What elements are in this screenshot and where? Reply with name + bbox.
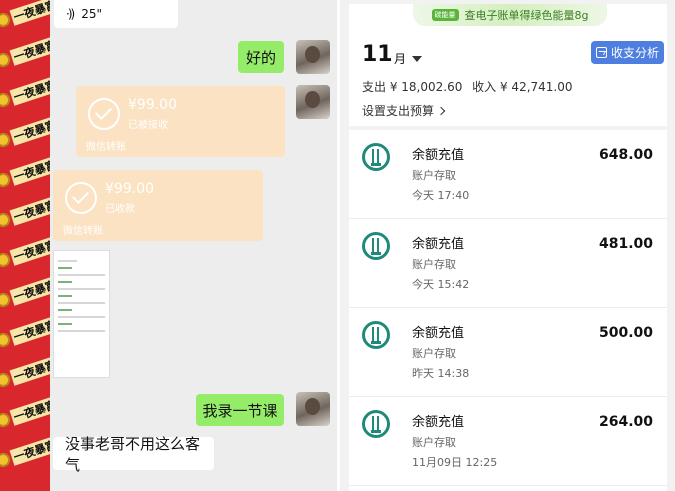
transfer-footer: 微信转账	[63, 226, 103, 237]
monthly-summary: 支出 ¥ 18,002.60 收入 ¥ 42,741.00	[362, 78, 579, 95]
bank-logo-icon	[362, 232, 390, 260]
chat-panel[interactable]: ·)) 25" 好的 ¥99.00 已被接收 微信转账 ¥99.00 已收款 微…	[50, 0, 337, 491]
transaction-category: 账户存取	[412, 258, 456, 271]
transaction-row[interactable]: 余额充值 账户存取 今天 17:40 648.00	[349, 130, 667, 219]
bank-logo-icon	[362, 321, 390, 349]
voice-wave-icon: ·))	[66, 7, 75, 21]
sticker: 一夜暴富	[0, 0, 50, 37]
transfer-card-received[interactable]: ¥99.00 已收款 微信转账	[53, 170, 263, 241]
chevron-right-icon	[436, 106, 446, 115]
transaction-title: 余额充值	[412, 415, 465, 430]
transaction-row[interactable]: 余额充值 账户存取 今天 15:42 481.00	[349, 219, 667, 308]
transfer-check-icon	[65, 182, 97, 214]
transaction-title: 余额充值	[412, 326, 465, 341]
transfer-footer: 微信转账	[86, 142, 126, 153]
sticker: 一夜暴富	[0, 395, 50, 437]
screenshot-root: 一夜暴富 一夜暴富 一夜暴富 一夜暴富 一夜暴富 一夜暴富 一夜暴富 一夜暴富 …	[0, 0, 675, 491]
message-bubble-received[interactable]: 没事老哥不用这么客气	[53, 435, 214, 474]
transfer-amount: ¥99.00	[105, 181, 154, 197]
chart-icon	[595, 47, 607, 58]
bank-logo-icon	[362, 410, 390, 438]
transaction-category: 账户存取	[412, 436, 456, 449]
transaction-title: 余额充值	[412, 237, 465, 252]
bill-panel: 碳能量 查电子账单得绿色能量8g 11 月 收支分析 支出 ¥ 18,002.6…	[340, 0, 675, 491]
message-text: 没事老哥不用这么客气	[65, 434, 201, 474]
sticker: 一夜暴富	[0, 195, 50, 237]
avatar[interactable]	[296, 85, 330, 119]
transfer-amount: ¥99.00	[128, 97, 177, 113]
income-expense-analysis-button[interactable]: 收支分析	[591, 41, 664, 64]
energy-badge: 碳能量	[431, 9, 459, 21]
banner-text: 查电子账单得绿色能量8g	[464, 9, 589, 22]
transaction-time: 11月09日 12:25	[412, 456, 498, 469]
transaction-amount: 264.00	[598, 414, 653, 430]
transfer-status: 已收款	[105, 204, 135, 215]
expense-total: 支出 ¥ 18,002.60	[362, 80, 463, 94]
transaction-row[interactable]: 余额充值 账户存取 11月09日 12:25 264.00	[349, 397, 667, 486]
set-budget-link[interactable]: 设置支出预算	[362, 102, 446, 119]
bank-logo-icon	[362, 143, 390, 171]
transaction-amount: 648.00	[598, 147, 653, 163]
sticker: 一夜暴富	[0, 355, 50, 397]
bill-card: 碳能量 查电子账单得绿色能量8g 11 月 收支分析 支出 ¥ 18,002.6…	[349, 4, 667, 491]
message-bubble-sent[interactable]: 好的	[238, 41, 284, 73]
sticker: 一夜暴富	[0, 155, 50, 197]
sticker: 一夜暴富	[0, 35, 50, 77]
avatar[interactable]	[296, 392, 330, 426]
sticker-strip: 一夜暴富 一夜暴富 一夜暴富 一夜暴富 一夜暴富 一夜暴富 一夜暴富 一夜暴富 …	[0, 0, 50, 491]
transaction-row[interactable]: 余额充值 账户存取 昨天 14:38 500.00	[349, 308, 667, 397]
month-unit[interactable]: 月	[394, 50, 406, 67]
message-text: 我录一节课	[202, 401, 278, 420]
avatar[interactable]	[296, 40, 330, 74]
message-text: 好的	[245, 48, 276, 67]
voice-duration: 25"	[81, 7, 102, 21]
sticker: 一夜暴富	[0, 75, 50, 117]
transaction-amount: 500.00	[598, 325, 653, 341]
transfer-check-icon	[88, 98, 120, 130]
transaction-category: 账户存取	[412, 169, 456, 182]
energy-banner[interactable]: 碳能量 查电子账单得绿色能量8g	[413, 4, 607, 26]
transfer-card-sent[interactable]: ¥99.00 已被接收 微信转账	[76, 86, 285, 157]
transaction-time: 今天 17:40	[412, 189, 470, 202]
image-message-thumbnail[interactable]	[53, 250, 110, 378]
transaction-title: 余额充值	[412, 148, 465, 163]
budget-link-label: 设置支出预算	[362, 104, 435, 118]
message-bubble-sent[interactable]: 我录一节课	[196, 394, 284, 426]
month-number[interactable]: 11	[362, 42, 393, 67]
transaction-amount: 481.00	[598, 236, 653, 252]
transaction-time: 昨天 14:38	[412, 367, 470, 380]
transaction-category: 账户存取	[412, 347, 456, 360]
sticker: 一夜暴富	[0, 275, 50, 317]
transaction-time: 今天 15:42	[412, 278, 470, 291]
sticker: 一夜暴富	[0, 315, 50, 357]
transfer-status: 已被接收	[128, 120, 168, 131]
voice-message[interactable]: ·)) 25"	[54, 0, 178, 28]
sticker: 一夜暴富	[0, 115, 50, 157]
income-total: 收入 ¥ 42,741.00	[472, 80, 573, 94]
analysis-button-label: 收支分析	[610, 46, 659, 60]
sticker: 一夜暴富	[0, 235, 50, 277]
caret-down-icon[interactable]	[412, 56, 422, 62]
sticker: 一夜暴富	[0, 435, 50, 477]
